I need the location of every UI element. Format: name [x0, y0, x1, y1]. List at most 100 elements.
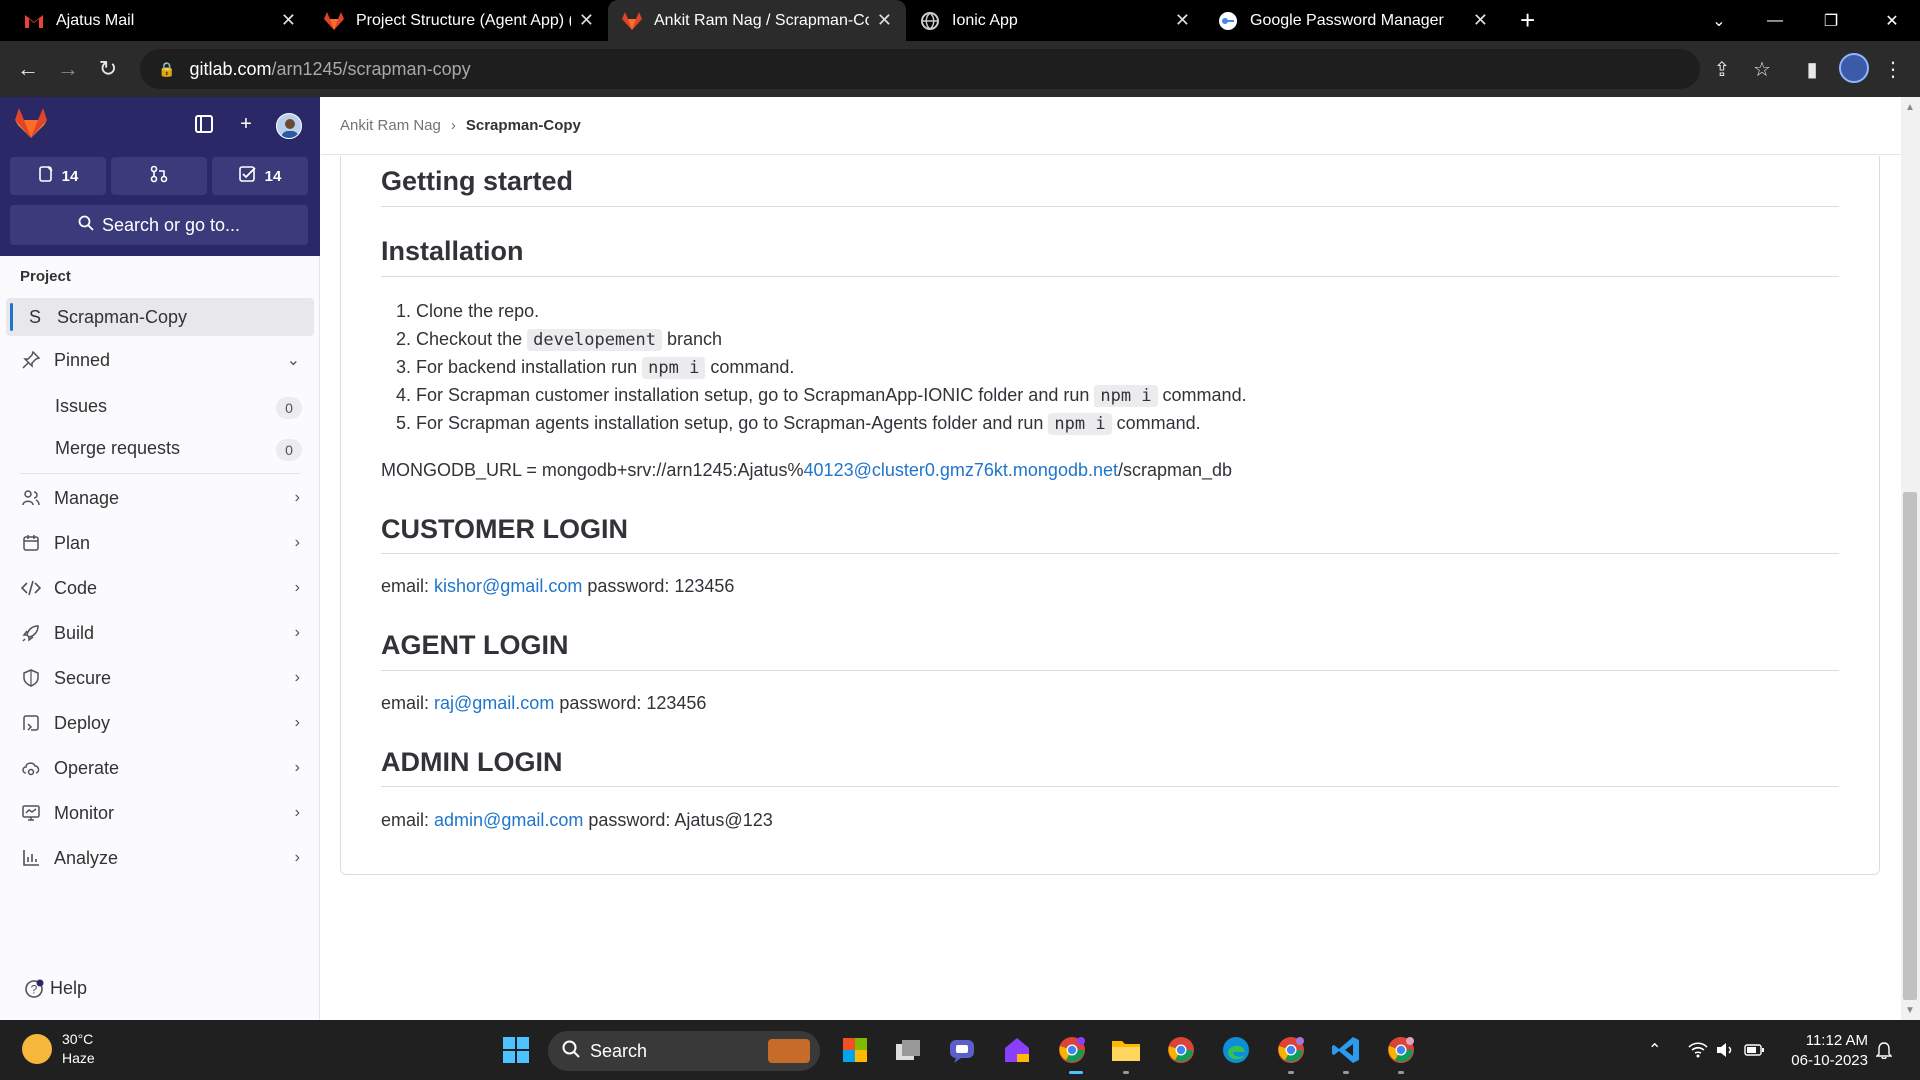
- windows-start-icon[interactable]: [499, 1033, 533, 1067]
- file-explorer-icon[interactable]: [1109, 1033, 1143, 1067]
- help-icon: ?: [24, 979, 44, 999]
- new-tab-button[interactable]: +: [1520, 6, 1535, 34]
- share-icon[interactable]: ⇪: [1708, 55, 1736, 83]
- todos-count-button[interactable]: 14: [212, 157, 308, 195]
- running-app-indicator: [1343, 1071, 1349, 1074]
- close-window-icon[interactable]: ✕: [1864, 0, 1920, 41]
- volume-icon[interactable]: [1716, 1020, 1734, 1080]
- notification-bell-icon[interactable]: [1876, 1020, 1892, 1080]
- chevron-right-icon: ›: [294, 534, 300, 551]
- system-clock[interactable]: 11:12 AM 06-10-2023: [1768, 1031, 1868, 1071]
- issues-count-button[interactable]: 14: [10, 157, 106, 195]
- side-panel-icon[interactable]: ▮: [1798, 55, 1826, 83]
- sidebar-item-plan[interactable]: Plan ›: [6, 524, 314, 562]
- breadcrumb-current[interactable]: Scrapman-Copy: [466, 117, 581, 134]
- divider: [381, 276, 1839, 277]
- search-highlight-icon: [768, 1039, 810, 1063]
- show-hidden-icons-chevron-icon[interactable]: ⌃: [1648, 1020, 1661, 1080]
- user-avatar[interactable]: [276, 113, 302, 139]
- sidebar-item-operate[interactable]: Operate ›: [6, 749, 314, 787]
- nav-label: Build: [54, 622, 95, 643]
- edge-icon[interactable]: [1219, 1033, 1253, 1067]
- wifi-icon[interactable]: [1688, 1020, 1708, 1080]
- heading-installation: Installation: [381, 236, 524, 266]
- tab-search-chevron-icon[interactable]: ⌄: [1691, 0, 1747, 41]
- sidebar-item-merge-requests[interactable]: Merge requests: [55, 438, 180, 459]
- close-tab-icon[interactable]: ✕: [1473, 10, 1488, 31]
- url-input[interactable]: 🔒 gitlab.com/arn1245/scrapman-copy: [140, 49, 1700, 89]
- sidebar-item-analyze[interactable]: Analyze ›: [6, 839, 314, 877]
- todo-icon: [238, 166, 257, 186]
- teams-chat-icon[interactable]: [945, 1033, 979, 1067]
- tab-project-structure[interactable]: Project Structure (Agent App) (# ✕: [310, 0, 608, 41]
- profile-avatar[interactable]: [1839, 53, 1869, 83]
- dev-home-preview-icon[interactable]: [1000, 1033, 1034, 1067]
- back-arrow-icon[interactable]: ←: [14, 55, 42, 83]
- forward-arrow-icon[interactable]: →: [54, 55, 82, 83]
- tab-title: Ankit Ram Nag / Scrapman-Cop: [654, 11, 869, 29]
- tab-ajatus-mail[interactable]: Ajatus Mail ✕: [10, 0, 310, 41]
- search-button[interactable]: Search or go to...: [10, 205, 308, 245]
- sidebar-item-issues[interactable]: Issues: [55, 396, 107, 417]
- todos-count: 14: [264, 167, 282, 185]
- taskbar-search[interactable]: Search: [548, 1031, 820, 1071]
- scrollbar-thumb[interactable]: [1903, 492, 1917, 1000]
- mongo-link[interactable]: 40123@cluster0.gmz76kt.mongodb.net: [804, 460, 1118, 480]
- chevron-right-icon: ›: [294, 489, 300, 506]
- chrome-icon[interactable]: [1274, 1033, 1308, 1067]
- merge-requests-button[interactable]: [111, 157, 207, 195]
- sidebar-item-monitor[interactable]: Monitor ›: [6, 794, 314, 832]
- task-view-icon[interactable]: [891, 1033, 925, 1067]
- close-tab-icon[interactable]: ✕: [281, 10, 296, 31]
- chrome-icon[interactable]: [1055, 1033, 1089, 1067]
- chevron-right-icon: ›: [294, 669, 300, 686]
- list-item: 4. For Scrapman customer installation se…: [396, 385, 1247, 407]
- help-button[interactable]: ? Help: [24, 978, 87, 999]
- weather-widget[interactable]: 30°C Haze: [22, 1030, 95, 1068]
- chrome-icon[interactable]: [1164, 1033, 1198, 1067]
- tab-scrapman-copy[interactable]: Ankit Ram Nag / Scrapman-Cop ✕: [608, 0, 906, 41]
- tab-google-password-manager[interactable]: Google Password Manager ✕: [1204, 0, 1502, 41]
- sidebar-item-project[interactable]: S Scrapman-Copy: [6, 298, 314, 336]
- customer-email-link[interactable]: kishor@gmail.com: [434, 576, 582, 596]
- vscode-icon[interactable]: [1329, 1033, 1363, 1067]
- sidebar-toggle-icon[interactable]: [193, 113, 215, 135]
- close-tab-icon[interactable]: ✕: [579, 10, 594, 31]
- section-label: Project: [20, 268, 71, 285]
- bookmark-star-icon[interactable]: ☆: [1748, 55, 1776, 83]
- office-preview-icon[interactable]: [838, 1033, 872, 1067]
- scroll-down-arrow-icon[interactable]: ▼: [1903, 1003, 1917, 1017]
- battery-icon[interactable]: [1744, 1020, 1764, 1080]
- sidebar-item-manage[interactable]: Manage ›: [6, 479, 314, 517]
- issues-count: 14: [61, 167, 79, 185]
- list-text: For backend installation run: [416, 357, 643, 377]
- chart-icon: [20, 849, 42, 867]
- password-text: password: 123456: [554, 693, 707, 713]
- tab-ionic-app[interactable]: Ionic App ✕: [906, 0, 1204, 41]
- pinned-label: Pinned: [54, 349, 111, 370]
- restore-icon[interactable]: ❐: [1803, 0, 1859, 41]
- heading-agent-login: AGENT LOGIN: [381, 630, 569, 660]
- password-manager-icon: [1218, 11, 1238, 31]
- scroll-up-arrow-icon[interactable]: ▲: [1903, 100, 1917, 114]
- list-item: 1. Clone the repo.: [396, 301, 539, 322]
- sidebar-item-code[interactable]: Code ›: [6, 569, 314, 607]
- agent-email-link[interactable]: raj@gmail.com: [434, 693, 554, 713]
- breadcrumb-parent[interactable]: Ankit Ram Nag: [340, 117, 441, 134]
- chrome-icon[interactable]: [1384, 1033, 1418, 1067]
- close-tab-icon[interactable]: ✕: [1175, 10, 1190, 31]
- calendar-icon: [20, 534, 42, 552]
- sidebar-item-secure[interactable]: Secure ›: [6, 659, 314, 697]
- sidebar-item-pinned[interactable]: Pinned ⌄: [6, 341, 314, 379]
- sidebar-item-deploy[interactable]: Deploy ›: [6, 704, 314, 742]
- admin-email-link[interactable]: admin@gmail.com: [434, 810, 583, 830]
- gitlab-logo-icon[interactable]: [14, 107, 48, 139]
- create-new-icon[interactable]: +: [235, 113, 257, 135]
- more-menu-icon[interactable]: ⋮: [1879, 55, 1907, 83]
- sidebar-item-build[interactable]: Build ›: [6, 614, 314, 652]
- minimize-icon[interactable]: —: [1747, 0, 1803, 41]
- reload-icon[interactable]: ↻: [94, 55, 122, 83]
- chevron-right-icon: ›: [294, 759, 300, 776]
- close-tab-icon[interactable]: ✕: [877, 10, 892, 31]
- list-item: 2. Checkout the developement branch: [396, 329, 722, 351]
